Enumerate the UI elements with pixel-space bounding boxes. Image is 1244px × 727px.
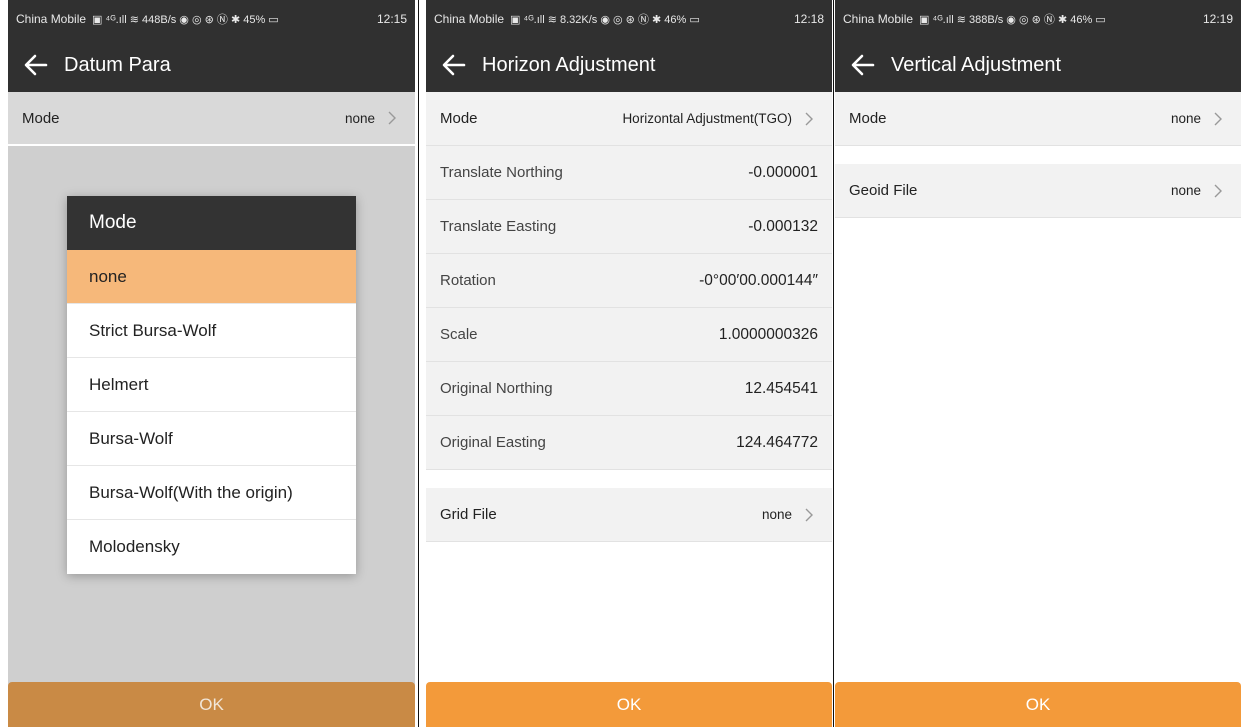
page-title: Horizon Adjustment (482, 53, 656, 76)
mode-dialog: Mode none Strict Bursa-Wolf Helmert Burs… (67, 196, 356, 574)
scale-row: Scale 1.0000000326 (426, 308, 832, 362)
section-gap (426, 470, 832, 488)
app-bar: Vertical Adjustment (835, 38, 1241, 92)
row-value: 12.454541 (744, 379, 818, 397)
status-icons: ▣ ⁴ᴳ.ıll ≋ 8.32K/s ◉ ◎ ⊛ Ⓝ ✱ 46% ▭ (510, 14, 700, 26)
grid-file-value: none (761, 507, 792, 522)
chevron-right-icon (1209, 184, 1227, 198)
row-label: Translate Easting (440, 218, 557, 235)
back-arrow-icon[interactable] (426, 38, 482, 92)
status-bar: China Mobile ▣ ⁴ᴳ.ıll ≋ 8.32K/s ◉ ◎ ⊛ Ⓝ … (426, 0, 832, 38)
mode-label: Mode (440, 110, 478, 127)
row-label: Original Easting (440, 434, 546, 451)
status-time: 12:18 (793, 12, 824, 26)
row-value: 124.464772 (736, 433, 818, 451)
mode-option-strict-bursa-wolf[interactable]: Strict Bursa-Wolf (67, 304, 356, 358)
screenshot-divider (833, 0, 834, 727)
mode-value: none (344, 110, 375, 126)
ok-button[interactable]: OK (8, 682, 415, 727)
row-value: -0°00′00.000144″ (699, 271, 818, 289)
back-arrow-icon[interactable] (8, 38, 64, 92)
status-bar: China Mobile ▣ ⁴ᴳ.ıll ≋ 448B/s ◉ ◎ ⊛ Ⓝ ✱… (8, 0, 415, 38)
original-easting-row: Original Easting 124.464772 (426, 416, 832, 470)
mode-value: Horizontal Adjustment(TGO) (622, 111, 792, 126)
row-label: Original Northing (440, 380, 553, 397)
status-carrier: China Mobile (434, 12, 505, 26)
original-northing-row: Original Northing 12.454541 (426, 362, 832, 416)
screen-vertical-adjustment: China Mobile ▣ ⁴ᴳ.ıll ≋ 388B/s ◉ ◎ ⊛ Ⓝ ✱… (835, 0, 1241, 727)
mode-label: Mode (849, 110, 887, 127)
mode-option-none[interactable]: none (67, 250, 356, 304)
mode-option-helmert[interactable]: Helmert (67, 358, 356, 412)
chevron-right-icon (800, 508, 818, 522)
settings-list: Mode Horizontal Adjustment(TGO) Translat… (426, 92, 832, 682)
chevron-right-icon (1209, 112, 1227, 126)
mode-row[interactable]: Mode Horizontal Adjustment(TGO) (426, 92, 832, 146)
chevron-right-icon (383, 111, 401, 125)
row-value: -0.000001 (748, 163, 818, 181)
mode-option-bursa-wolf-with-origin[interactable]: Bursa-Wolf(With the origin) (67, 466, 356, 520)
app-bar: Horizon Adjustment (426, 38, 832, 92)
translate-easting-row: Translate Easting -0.000132 (426, 200, 832, 254)
screenshot-divider (418, 0, 419, 727)
mode-option-bursa-wolf[interactable]: Bursa-Wolf (67, 412, 356, 466)
grid-file-label: Grid File (440, 506, 497, 523)
mode-label: Mode (22, 109, 60, 127)
settings-list: Mode none Geoid File none (835, 92, 1241, 682)
mode-value: none (1170, 111, 1201, 126)
section-gap (835, 146, 1241, 164)
app-bar: Datum Para (8, 38, 415, 92)
row-label: Scale (440, 326, 478, 343)
translate-northing-row: Translate Northing -0.000001 (426, 146, 832, 200)
status-icons: ▣ ⁴ᴳ.ıll ≋ 388B/s ◉ ◎ ⊛ Ⓝ ✱ 46% ▭ (919, 14, 1106, 26)
page-title: Vertical Adjustment (891, 53, 1062, 76)
status-icons: ▣ ⁴ᴳ.ıll ≋ 448B/s ◉ ◎ ⊛ Ⓝ ✱ 45% ▭ (92, 14, 279, 26)
mode-row[interactable]: Mode none (835, 92, 1241, 146)
status-bar: China Mobile ▣ ⁴ᴳ.ıll ≋ 388B/s ◉ ◎ ⊛ Ⓝ ✱… (835, 0, 1241, 38)
rotation-row: Rotation -0°00′00.000144″ (426, 254, 832, 308)
chevron-right-icon (800, 112, 818, 126)
mode-option-molodensky[interactable]: Molodensky (67, 520, 356, 574)
row-label: Rotation (440, 272, 496, 289)
row-value: 1.0000000326 (718, 325, 818, 343)
grid-file-row[interactable]: Grid File none (426, 488, 832, 542)
ok-button[interactable]: OK (835, 682, 1241, 727)
geoid-file-row[interactable]: Geoid File none (835, 164, 1241, 218)
status-carrier: China Mobile (16, 12, 87, 26)
screen-horizon-adjustment: China Mobile ▣ ⁴ᴳ.ıll ≋ 8.32K/s ◉ ◎ ⊛ Ⓝ … (426, 0, 832, 727)
status-time: 12:19 (1202, 12, 1233, 26)
back-arrow-icon[interactable] (835, 38, 891, 92)
geoid-file-label: Geoid File (849, 182, 918, 199)
page-title: Datum Para (64, 53, 171, 76)
geoid-file-value: none (1170, 183, 1201, 198)
status-time: 12:15 (376, 12, 407, 26)
screen-datum-para: China Mobile ▣ ⁴ᴳ.ıll ≋ 448B/s ◉ ◎ ⊛ Ⓝ ✱… (8, 0, 415, 727)
status-carrier: China Mobile (843, 12, 914, 26)
row-label: Translate Northing (440, 164, 563, 181)
ok-button[interactable]: OK (426, 682, 832, 727)
row-value: -0.000132 (748, 217, 818, 235)
mode-row[interactable]: Mode none (8, 92, 415, 144)
dialog-title: Mode (67, 196, 356, 250)
